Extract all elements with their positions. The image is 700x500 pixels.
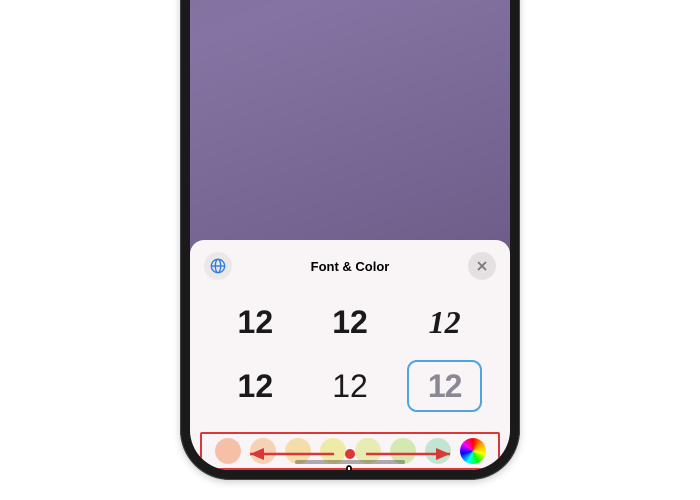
font-option-5[interactable]: 12 [407, 360, 482, 412]
close-icon [476, 260, 488, 272]
color-picker-wheel[interactable] [460, 438, 486, 464]
font-option-0[interactable]: 12 [218, 296, 293, 348]
sheet-header: Font & Color [190, 240, 510, 288]
home-indicator[interactable] [295, 460, 405, 464]
sheet-title: Font & Color [311, 259, 390, 274]
font-option-1[interactable]: 12 [313, 296, 388, 348]
color-swatch-row[interactable] [200, 432, 500, 470]
phone-screen: Font & Color 12 12 12 12 12 12 [190, 0, 510, 470]
color-swatch-1[interactable] [250, 438, 276, 464]
font-grid: 12 12 12 12 12 12 [190, 288, 510, 424]
color-swatch-0[interactable] [215, 438, 241, 464]
font-option-3[interactable]: 12 [218, 360, 293, 412]
font-option-2[interactable]: 12 [407, 296, 482, 348]
color-swatch-6[interactable] [425, 438, 451, 464]
globe-icon [210, 258, 226, 274]
language-button[interactable] [204, 252, 232, 280]
close-button[interactable] [468, 252, 496, 280]
font-color-sheet: Font & Color 12 12 12 12 12 12 [190, 240, 510, 470]
phone-frame: Font & Color 12 12 12 12 12 12 [180, 0, 520, 480]
font-option-4[interactable]: 12 [313, 360, 388, 412]
